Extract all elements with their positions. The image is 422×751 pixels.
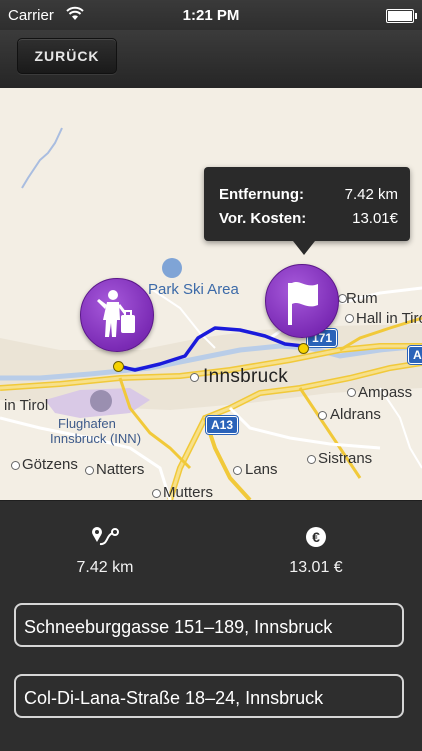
map-label-airport-2: Innsbruck (INN) (50, 431, 142, 446)
map-label-natters: Natters (96, 461, 145, 478)
destination-address-field[interactable]: Col-Di-Lana-Straße 18–24, Innsbruck (14, 674, 404, 718)
nav-bar: ZURÜCK (0, 30, 422, 88)
road-shield-a13: A13 (206, 416, 239, 434)
status-bar: Carrier 1:21 PM (0, 0, 422, 30)
place-dot (318, 411, 327, 420)
flag-icon (288, 282, 318, 325)
place-dot (152, 489, 161, 498)
route-end-dot (298, 343, 309, 354)
euro-icon: € (226, 525, 406, 549)
route-start-dot (113, 361, 124, 372)
map-label-rum: Rum (346, 290, 378, 307)
start-address-field[interactable]: Schneeburggasse 151–189, Innsbruck (14, 603, 404, 647)
airport-icon (90, 390, 112, 412)
hitchhiker-icon (97, 290, 135, 337)
place-dot (307, 455, 316, 464)
place-dot (85, 466, 94, 475)
skier-icon (162, 258, 182, 278)
place-dot (11, 461, 20, 470)
place-dot (338, 294, 347, 303)
cost-value: 13.01 € (289, 559, 343, 576)
map-label-aldrans: Aldrans (330, 406, 381, 423)
place-dot (233, 466, 242, 475)
status-time: 1:21 PM (182, 7, 240, 24)
map-label-ski-area: Park Ski Area (148, 281, 239, 298)
map-label-goetzens: Götzens (22, 456, 78, 473)
callout-distance-label: Entfernung: (219, 186, 304, 203)
battery-icon (386, 9, 417, 23)
map-label-innsbruck: Innsbruck (203, 366, 289, 387)
route-callout: Entfernung: 7.42 km Vor. Kosten: 13.01€ (204, 167, 410, 255)
map-view[interactable]: Park Ski Area Rum Hall in Tirol Innsbruc… (0, 88, 422, 500)
road-shield-a: A (408, 346, 422, 364)
map-label-sistrans: Sistrans (318, 450, 373, 467)
map-label-ampass: Ampass (358, 384, 413, 401)
map-label-lans: Lans (245, 461, 278, 478)
distance-metric: 7.42 km (15, 525, 195, 577)
callout-distance-value: 7.42 km (344, 186, 398, 203)
destination-pin[interactable] (265, 264, 339, 338)
map-label-hall: Hall in Tirol (356, 310, 422, 327)
map-label-mutters: Mutters (163, 484, 214, 500)
route-icon (15, 525, 195, 549)
place-dot (190, 373, 199, 382)
callout-cost-label: Vor. Kosten: (219, 210, 307, 227)
route-summary-panel: 7.42 km € 13.01 € Schneeburggasse 151–18… (0, 500, 422, 751)
cost-metric: € 13.01 € (226, 525, 406, 577)
place-dot (347, 388, 356, 397)
place-dot (345, 314, 354, 323)
map-label-airport-1: Flughafen (58, 416, 116, 431)
map-label-in-tirol: in Tirol (4, 397, 49, 414)
distance-value: 7.42 km (76, 559, 134, 576)
back-button[interactable]: ZURÜCK (17, 38, 117, 74)
svg-text:€: € (312, 529, 320, 545)
start-pin[interactable] (80, 278, 154, 352)
callout-cost-value: 13.01€ (352, 210, 398, 227)
